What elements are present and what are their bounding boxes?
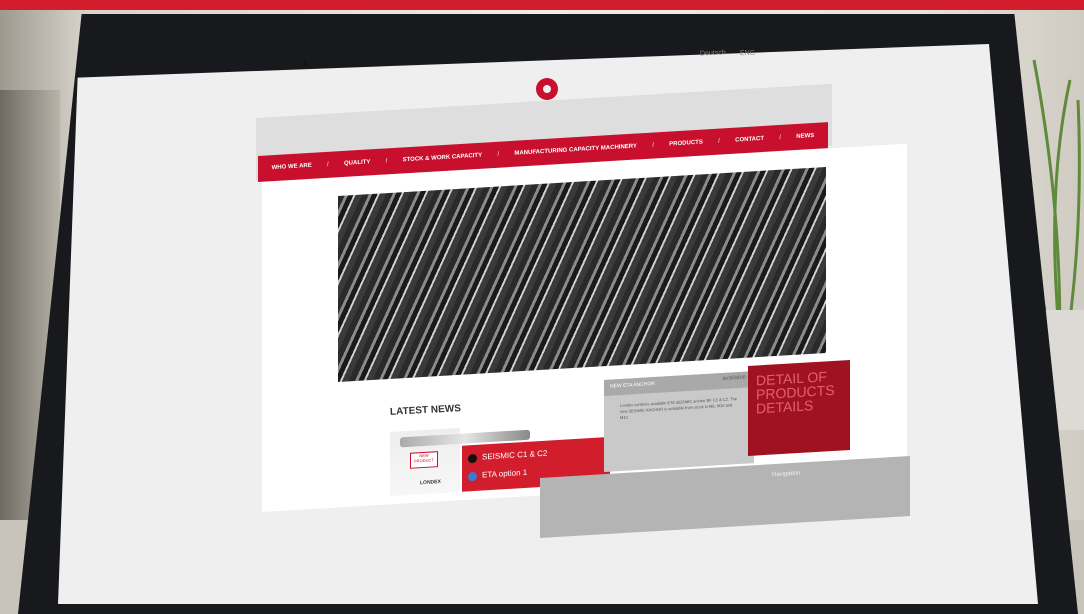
nav-item-news[interactable]: NEWS (796, 133, 814, 140)
promo-box-body: Londex confirms available ETA SEISMIC an… (620, 396, 738, 421)
londex-logo-icon[interactable] (536, 78, 558, 100)
nav-item-quality[interactable]: QUALITY (344, 159, 370, 167)
bullet-blue-icon (468, 471, 477, 482)
nav-separator: / (652, 142, 654, 149)
news-item-subtitle[interactable]: ETA option 1 (482, 468, 527, 480)
new-product-badge: NEW PRODUCT (410, 451, 438, 469)
products-details-box[interactable]: DETAIL OF PRODUCTS DETAILS (748, 359, 850, 456)
nav-item-who-we-are[interactable]: WHO WE ARE (272, 163, 312, 171)
lang-link-en[interactable]: ENG (740, 50, 755, 58)
nav-separator: / (385, 158, 388, 165)
nav-separator: / (779, 134, 781, 142)
nav-item-products[interactable]: PRODUCTS (669, 140, 703, 148)
nav-separator: / (327, 161, 329, 168)
lang-link-de[interactable]: Deutsch (700, 50, 726, 58)
top-red-strip (0, 0, 1084, 10)
nav-item-contact[interactable]: CONTACT (735, 136, 764, 144)
bullet-dark-icon (468, 453, 477, 464)
nav-separator: / (497, 151, 500, 158)
hero-image-anchor-bolts (338, 167, 826, 382)
footer-label: Navigation (772, 470, 801, 479)
products-details-text: DETAIL OF PRODUCTS DETAILS (756, 368, 835, 417)
promo-box-tag: available (722, 374, 746, 382)
nav-item-manufacturing[interactable]: MANUFACTURING CAPACITY MACHINERY (514, 143, 637, 156)
promo-box[interactable]: NEW ETA ANCHOR available Londex confirms… (604, 371, 754, 472)
nav-item-stock[interactable]: STOCK & WORK CAPACITY (403, 153, 482, 164)
news-thumbnail: NEW PRODUCT LONDEX (390, 427, 530, 496)
news-item-title[interactable]: SEISMIC C1 & C2 (482, 449, 547, 462)
nav-separator: / (718, 138, 720, 145)
promo-box-title: NEW ETA ANCHOR (610, 380, 655, 390)
news-card-logo: LONDEX (420, 478, 441, 487)
mouse-cursor-icon: ▲ (300, 58, 310, 69)
